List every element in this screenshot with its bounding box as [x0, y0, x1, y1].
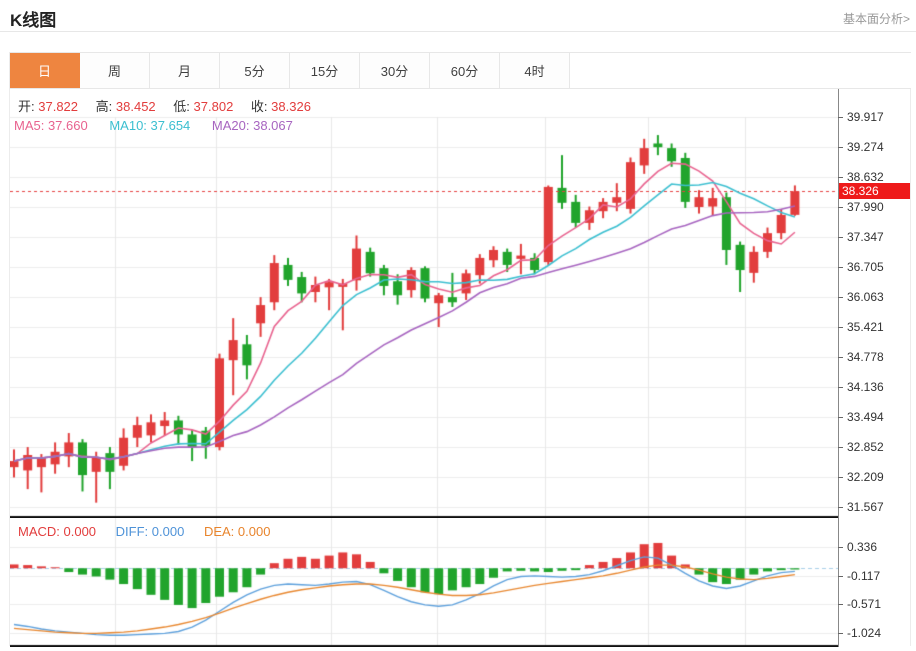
y-axis-tick-label: -1.024 [847, 626, 881, 640]
y-axis-tick-mark [838, 207, 843, 208]
y-axis-tick-label: 36.063 [847, 290, 884, 304]
y-axis-tick-mark [838, 547, 843, 548]
y-axis-tick-label: -0.117 [847, 569, 880, 583]
y-axis-tick-mark [838, 237, 843, 238]
open-label: 开: [18, 99, 35, 114]
high-label: 高: [96, 99, 113, 114]
y-axis-tick-mark [838, 297, 843, 298]
dea-value: DEA: 0.000 [204, 524, 271, 539]
diff-value: DIFF: 0.000 [116, 524, 185, 539]
ma-readout: MA5: 37.660 MA10: 37.654 MA20: 38.067 [14, 118, 293, 133]
y-axis-tick-mark [838, 327, 843, 328]
y-axis-tick-mark [838, 576, 843, 577]
y-axis-tick-mark [838, 177, 843, 178]
price-axis-line [838, 89, 839, 647]
y-axis-tick-label: 39.917 [847, 110, 884, 124]
tab-4hour[interactable]: 4时 [500, 53, 570, 88]
candlestick-chart-canvas[interactable] [10, 89, 838, 518]
y-axis-tick-label: 32.852 [847, 440, 884, 454]
y-axis-tick-mark [838, 604, 843, 605]
tab-30min[interactable]: 30分 [360, 53, 430, 88]
last-price-tag: 38.326 [839, 183, 910, 199]
tab-week[interactable]: 周 [80, 53, 150, 88]
y-axis-tick-mark [838, 447, 843, 448]
low-value: 37.802 [194, 99, 234, 114]
y-axis-tick-label: 32.209 [847, 470, 884, 484]
close-value: 38.326 [271, 99, 311, 114]
y-axis-tick-label: 38.632 [847, 170, 884, 184]
interval-tab-bar: 日 周 月 5分 15分 30分 60分 4时 [10, 52, 911, 89]
y-axis-tick-mark [838, 633, 843, 634]
fundamental-analysis-link[interactable]: 基本面分析> [843, 10, 910, 27]
y-axis-tick-mark [838, 117, 843, 118]
y-axis-tick-label: 34.136 [847, 380, 884, 394]
high-value: 38.452 [116, 99, 156, 114]
tab-15min[interactable]: 15分 [290, 53, 360, 88]
y-axis-tick-mark [838, 357, 843, 358]
y-axis-tick-label: 35.421 [847, 320, 884, 334]
y-axis-tick-mark [838, 387, 843, 388]
tab-5min[interactable]: 5分 [220, 53, 290, 88]
y-axis-tick-label: 0.336 [847, 540, 877, 554]
panel-right-border [910, 52, 911, 646]
tab-month[interactable]: 月 [150, 53, 220, 88]
ma20-value: MA20: 38.067 [212, 118, 293, 133]
y-axis-tick-label: 37.347 [847, 230, 884, 244]
y-axis-tick-label: 36.705 [847, 260, 884, 274]
y-axis-tick-label: 33.494 [847, 410, 884, 424]
macd-readout: MACD: 0.000 DIFF: 0.000 DEA: 0.000 [18, 524, 270, 539]
y-axis-tick-mark [838, 477, 843, 478]
page-title: K线图 [10, 6, 56, 31]
y-axis-tick-label: 34.778 [847, 350, 884, 364]
y-axis-tick-label: 39.274 [847, 140, 884, 154]
tab-day[interactable]: 日 [10, 53, 80, 88]
y-axis-tick-label: 37.990 [847, 200, 884, 214]
y-axis-tick-mark [838, 267, 843, 268]
y-axis-tick-mark [838, 417, 843, 418]
y-axis-tick-mark [838, 507, 843, 508]
close-label: 收: [251, 99, 268, 114]
y-axis-tick-label: -0.571 [847, 597, 881, 611]
y-axis-tick-mark [838, 147, 843, 148]
ma5-value: MA5: 37.660 [14, 118, 88, 133]
ma10-value: MA10: 37.654 [109, 118, 190, 133]
open-value: 37.822 [38, 99, 78, 114]
macd-value: MACD: 0.000 [18, 524, 96, 539]
tab-60min[interactable]: 60分 [430, 53, 500, 88]
y-axis-tick-label: 31.567 [847, 500, 884, 514]
low-label: 低: [173, 99, 190, 114]
ohlc-readout: 开: 37.822 高: 38.452 低: 37.802 收: 38.326 [18, 96, 325, 115]
header-divider [0, 31, 916, 32]
